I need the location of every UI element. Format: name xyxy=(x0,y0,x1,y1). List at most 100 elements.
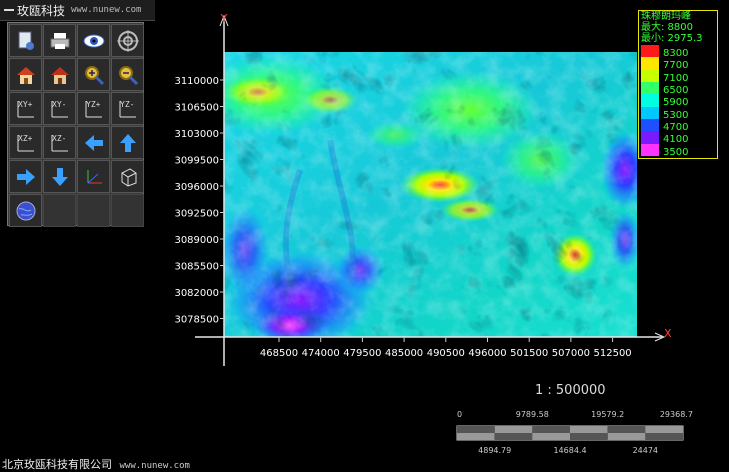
printer-button[interactable] xyxy=(43,24,76,57)
x-tick-label: 507000 xyxy=(552,348,590,359)
cube-button[interactable] xyxy=(111,160,144,193)
zoom-in-icon xyxy=(84,65,104,85)
zoom-in-button[interactable] xyxy=(77,58,110,91)
eye-icon xyxy=(83,34,104,47)
axis-button-label: XY- xyxy=(52,100,67,109)
scale-tick-top: 19579.2 xyxy=(591,410,625,419)
scale-tick-bottom: 24474 xyxy=(632,446,659,455)
legend-level-label: 4700 xyxy=(663,122,689,133)
y-tick-label: 3106500 xyxy=(174,103,219,114)
arrow-up-button[interactable] xyxy=(111,126,144,159)
scale-bar: 0 9789.58 19579.2 29368.7 4894.79 14684.4 244… xyxy=(455,408,695,464)
legend-level-label: 8300 xyxy=(663,48,689,59)
scale-tick-top: 9789.58 xyxy=(515,410,549,419)
scale-tick-top: 29368.7 xyxy=(659,410,693,419)
zoom-out-icon xyxy=(118,65,138,85)
legend-swatch xyxy=(641,94,659,108)
axis-xz-plus-button[interactable]: XZ+ xyxy=(9,126,42,159)
y-tick-label: 3089000 xyxy=(174,235,219,246)
toolbar-empty-slot xyxy=(77,194,110,227)
x-tick-label: 496000 xyxy=(468,348,506,359)
axes-3d-icon xyxy=(87,169,102,183)
x-tick-label: 485000 xyxy=(385,348,423,359)
y-tick-labels: 3110000 3106500 3103000 3099500 3096000 30925… xyxy=(174,76,224,326)
axis-xy-minus-button[interactable]: XY- xyxy=(43,92,76,125)
axis-yz-plus-button[interactable]: YZ+ xyxy=(77,92,110,125)
legend-swatch xyxy=(641,45,659,58)
arrow-right-button[interactable] xyxy=(9,160,42,193)
x-tick-label: 474000 xyxy=(302,348,340,359)
scale-bar-graphic xyxy=(456,425,684,441)
arrow-left-icon xyxy=(84,134,103,151)
legend-swatch xyxy=(641,57,659,71)
x-tick-label: 501500 xyxy=(510,348,548,359)
footer-url: www.nunew.com xyxy=(119,461,190,471)
footer: 北京玫瓯科技有限公司 www.nunew.com xyxy=(2,456,190,472)
legend-swatch xyxy=(641,131,659,145)
document-settings-button[interactable] xyxy=(9,24,42,57)
arrow-down-icon xyxy=(51,167,68,186)
y-tick-label: 3103000 xyxy=(174,129,219,140)
elevation-map[interactable] xyxy=(200,52,650,350)
axis-button-label: XZ+ xyxy=(18,134,33,143)
legend-swatch xyxy=(641,82,659,95)
home-button[interactable] xyxy=(9,58,42,91)
legend-swatch xyxy=(641,106,659,120)
y-tick-label: 3096000 xyxy=(174,182,219,193)
arrow-right-icon xyxy=(16,168,35,185)
map-scale-ratio: 1 : 500000 xyxy=(535,383,606,398)
arrow-up-icon xyxy=(119,133,136,152)
legend-level-label: 4100 xyxy=(663,134,689,146)
x-tick-label: 512500 xyxy=(594,348,632,359)
document-settings-icon xyxy=(18,31,34,50)
elevation-legend: 珠穆朗玛峰 最大: 8800 最小: 2975.3 8300 7700 7100 65… xyxy=(638,10,718,159)
arrow-left-button[interactable] xyxy=(77,126,110,159)
axis-button-label: YZ+ xyxy=(86,100,101,109)
axis-xz-minus-button[interactable]: XZ- xyxy=(43,126,76,159)
scale-tick-bottom: 4894.79 xyxy=(478,446,512,455)
toolbar-empty-slot xyxy=(43,194,76,227)
y-tick-label: 3110000 xyxy=(174,76,219,87)
eye-button[interactable] xyxy=(77,24,110,57)
y-tick-label: 3082000 xyxy=(174,288,219,299)
axis-button-label: XY+ xyxy=(18,100,33,109)
scale-tick-bottom: 14684.4 xyxy=(553,446,587,455)
legend-min: 最小: 2975.3 xyxy=(641,33,703,44)
globe-button[interactable] xyxy=(9,194,42,227)
y-tick-label: 3085500 xyxy=(174,262,219,273)
legend-max: 最大: 8800 xyxy=(641,22,693,33)
axis-yz-minus-button[interactable]: YZ- xyxy=(111,92,144,125)
globe-icon xyxy=(16,201,35,220)
y-tick-label: 3078500 xyxy=(174,315,219,326)
home-alt-icon xyxy=(50,66,69,84)
legend-level-label: 3500 xyxy=(663,146,689,158)
legend-color-scale xyxy=(641,45,659,157)
legend-level-label: 6500 xyxy=(663,85,689,96)
x-axis-label: X xyxy=(664,327,672,340)
toolbar-empty-slot xyxy=(111,194,144,227)
legend-level-label: 5900 xyxy=(663,97,689,109)
legend-title: 珠穆朗玛峰 xyxy=(641,11,691,22)
x-tick-label: 490500 xyxy=(427,348,465,359)
y-axis-label: Y xyxy=(220,12,228,25)
cube-icon xyxy=(121,167,136,187)
y-tick-label: 3099500 xyxy=(174,156,219,167)
x-tick-label: 468500 xyxy=(260,348,298,359)
x-tick-label: 479500 xyxy=(343,348,381,359)
legend-swatch xyxy=(641,69,659,83)
axis-button-label: YZ- xyxy=(120,100,135,109)
legend-swatch xyxy=(641,119,659,132)
target-icon xyxy=(116,29,139,52)
home-icon xyxy=(16,66,35,84)
x-tick-labels: 468500 474000 479500 485000 490500 496000 5015… xyxy=(260,337,632,359)
legend-level-label: 5300 xyxy=(663,109,689,121)
company-name: 北京玫瓯科技有限公司 xyxy=(2,458,112,471)
scale-tick-top: 0 xyxy=(457,410,463,419)
zoom-out-button[interactable] xyxy=(111,58,144,91)
axis-xy-plus-button[interactable]: XY+ xyxy=(9,92,42,125)
arrow-down-button[interactable] xyxy=(43,160,76,193)
target-button[interactable] xyxy=(111,24,144,57)
axes-3d-button[interactable] xyxy=(77,160,110,193)
home-alt-button[interactable] xyxy=(43,58,76,91)
legend-level-label: 7100 xyxy=(663,72,689,84)
